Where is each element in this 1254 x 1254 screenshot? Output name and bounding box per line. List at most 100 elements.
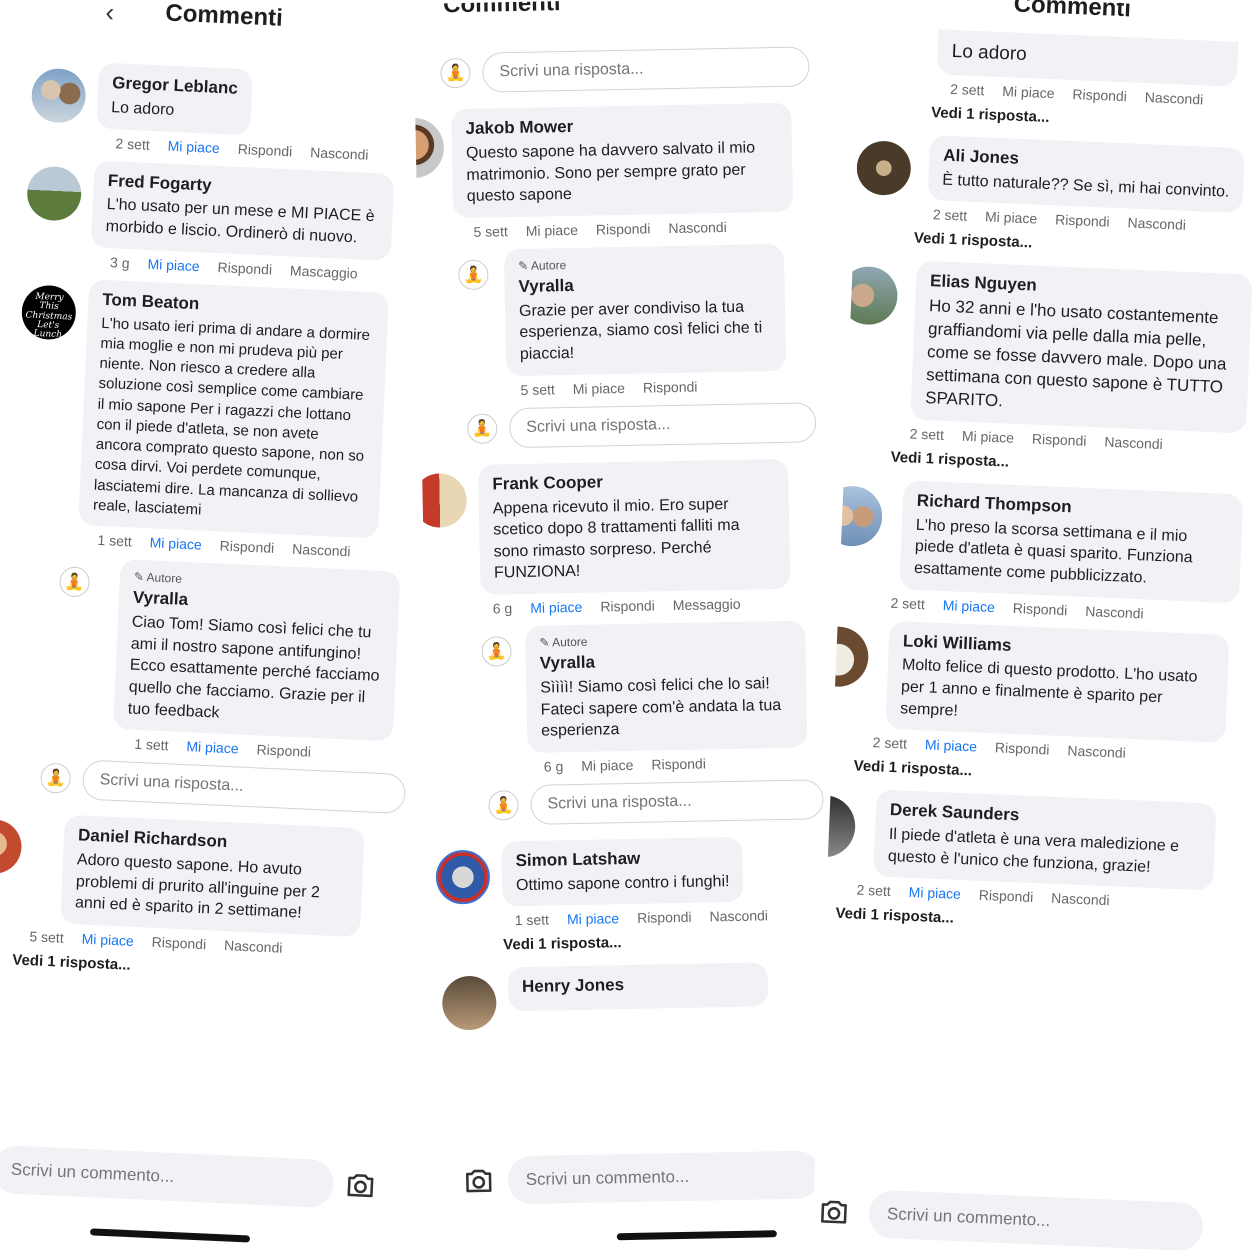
hide-button[interactable]: Nascondi xyxy=(1051,890,1110,908)
hide-button[interactable]: Nascondi xyxy=(1104,433,1163,451)
massage-button[interactable]: Mascaggio xyxy=(290,262,358,281)
avatar[interactable]: Merry This Christmas Let's Lunch xyxy=(20,283,77,341)
meditation-figure-icon[interactable]: 🧘 xyxy=(481,636,512,667)
camera-icon[interactable] xyxy=(343,1168,379,1204)
reply-button[interactable]: Rispondi xyxy=(995,740,1050,758)
like-button[interactable]: Mi piace xyxy=(573,380,625,397)
reply-button[interactable]: Rispondi xyxy=(217,259,272,277)
reply-input[interactable] xyxy=(482,46,810,93)
reply-button[interactable]: Rispondi xyxy=(219,538,274,556)
comment: Frank Cooper Appena ricevuto il mio. Ero… xyxy=(413,458,819,596)
like-button[interactable]: Mi piace xyxy=(81,931,134,949)
commenter-name[interactable]: Vyralla xyxy=(518,271,770,299)
see-replies-link[interactable]: Vedi 1 risposta... xyxy=(890,448,1244,480)
see-replies-link[interactable]: Vedi 1 risposta... xyxy=(931,104,1254,135)
avatar[interactable] xyxy=(820,484,884,548)
comment-input[interactable] xyxy=(0,1144,335,1209)
commenter-name[interactable]: Henry Jones xyxy=(522,972,754,999)
reply-button[interactable]: Rispondi xyxy=(256,742,311,760)
comment-age: 6 g xyxy=(543,758,564,775)
commenter-name[interactable]: Simon Latshaw xyxy=(515,846,729,873)
hide-button[interactable]: Nascondi xyxy=(1085,602,1144,620)
hide-button[interactable]: Nascondi xyxy=(310,144,369,163)
hide-button[interactable]: Nascondi xyxy=(1067,743,1126,761)
see-replies-link[interactable]: Vedi 1 risposta... xyxy=(914,230,1254,261)
avatar[interactable] xyxy=(441,975,497,1031)
camera-icon[interactable] xyxy=(461,1164,496,1199)
reply-button[interactable]: Rispondi xyxy=(637,909,692,926)
reply-box: 🧘 xyxy=(39,758,407,815)
reply-button[interactable]: Rispondi xyxy=(151,934,206,952)
hide-button[interactable]: Nascondi xyxy=(1145,89,1204,107)
avatar[interactable] xyxy=(30,67,87,124)
avatar[interactable] xyxy=(26,164,83,222)
commenter-name[interactable]: Vyralla xyxy=(540,648,792,676)
message-button[interactable]: Messaggio xyxy=(673,596,741,613)
like-button[interactable]: Mi piace xyxy=(925,737,978,755)
like-button[interactable]: Mi piace xyxy=(985,209,1038,227)
see-replies-link[interactable]: Vedi 1 risposta... xyxy=(503,931,826,954)
reply-button[interactable]: Rispondi xyxy=(237,140,292,158)
hide-button[interactable]: Nascondi xyxy=(224,937,283,956)
like-button[interactable]: Mi piace xyxy=(147,256,200,274)
comment-age: 1 sett xyxy=(514,911,550,929)
like-button[interactable]: Mi piace xyxy=(167,137,220,155)
reply-input[interactable] xyxy=(508,401,817,448)
comment-text: Sìììì! Siamo così felici che lo sai! Fat… xyxy=(540,675,782,740)
reply-bubble: ✎ Autore Vyralla Ciao Tom! Siamo così fe… xyxy=(112,559,401,742)
reply-button[interactable]: Rispondi xyxy=(1072,86,1127,104)
reply-button[interactable]: Rispondi xyxy=(1032,430,1087,448)
avatar[interactable] xyxy=(855,139,912,196)
reply-button[interactable]: Rispondi xyxy=(1013,599,1068,617)
hide-button[interactable]: Nascondi xyxy=(709,908,768,925)
avatar[interactable] xyxy=(0,818,23,875)
comment-input[interactable] xyxy=(867,1189,1204,1252)
chevron-left-icon[interactable]: ‹ xyxy=(105,0,115,28)
reply-button[interactable]: Rispondi xyxy=(600,597,655,614)
reply-button[interactable]: Rispondi xyxy=(978,887,1033,905)
meditation-figure-icon[interactable]: 🧘 xyxy=(58,566,91,598)
comment-age: 2 sett xyxy=(856,882,892,900)
hide-button[interactable]: Nascondi xyxy=(668,219,727,236)
top-bar: ‹ Commenti xyxy=(413,0,809,50)
avatar[interactable] xyxy=(838,265,899,326)
like-button[interactable]: Mi piace xyxy=(149,534,202,552)
meditation-figure-icon[interactable]: 🧘 xyxy=(458,259,489,290)
avatar[interactable] xyxy=(413,472,468,528)
reply-input[interactable] xyxy=(530,779,824,825)
comment-age: 2 sett xyxy=(890,594,926,612)
like-button[interactable]: Mi piace xyxy=(1002,83,1055,101)
comment-text: Grazie per aver condiviso la tua esperie… xyxy=(518,298,763,363)
like-button[interactable]: Mi piace xyxy=(962,427,1015,445)
commenter-name[interactable]: Gregor Leblanc xyxy=(112,72,239,101)
reply-button[interactable]: Rispondi xyxy=(596,220,651,237)
like-button[interactable]: Mi piace xyxy=(908,884,961,902)
comment: Fred Fogarty L'ho usato per un mese e MI… xyxy=(25,157,434,262)
reply-button[interactable]: Rispondi xyxy=(643,378,698,395)
avatar[interactable] xyxy=(435,849,491,905)
like-button[interactable]: Mi piace xyxy=(530,599,582,616)
comment-composer xyxy=(812,1187,1214,1252)
like-button[interactable]: Mi piace xyxy=(526,222,578,239)
commenter-name[interactable]: Jakob Mower xyxy=(465,112,777,141)
like-button[interactable]: Mi piace xyxy=(942,597,995,615)
reply-actions: 5 sett Mi piace Rispondi xyxy=(520,376,815,397)
comment-composer xyxy=(0,1144,389,1210)
meditation-figure-icon: 🧘 xyxy=(467,413,498,444)
like-button[interactable]: Mi piace xyxy=(567,911,619,928)
reply-button[interactable]: Rispondi xyxy=(651,755,706,772)
reply-button[interactable]: Rispondi xyxy=(1055,212,1110,230)
hide-button[interactable]: Nascondi xyxy=(292,541,351,560)
avatar[interactable] xyxy=(413,117,445,179)
like-button[interactable]: Mi piace xyxy=(186,738,239,756)
camera-icon[interactable] xyxy=(816,1194,851,1229)
reply-input[interactable] xyxy=(81,759,407,815)
comment-bubble: Frank Cooper Appena ricevuto il mio. Ero… xyxy=(477,458,791,595)
hide-button[interactable]: Nascondi xyxy=(1127,215,1186,233)
comment: Ali Jones È tutto naturale?? Se sì, mi h… xyxy=(855,132,1254,214)
comment: Elias Nguyen Ho 32 anni e l'ho usato cos… xyxy=(838,258,1253,434)
like-button[interactable]: Mi piace xyxy=(581,757,633,774)
comment-input[interactable] xyxy=(507,1150,822,1205)
comment-text: Ottimo sapone contro i funghi! xyxy=(515,872,730,894)
commenter-name[interactable]: Frank Cooper xyxy=(492,468,774,496)
